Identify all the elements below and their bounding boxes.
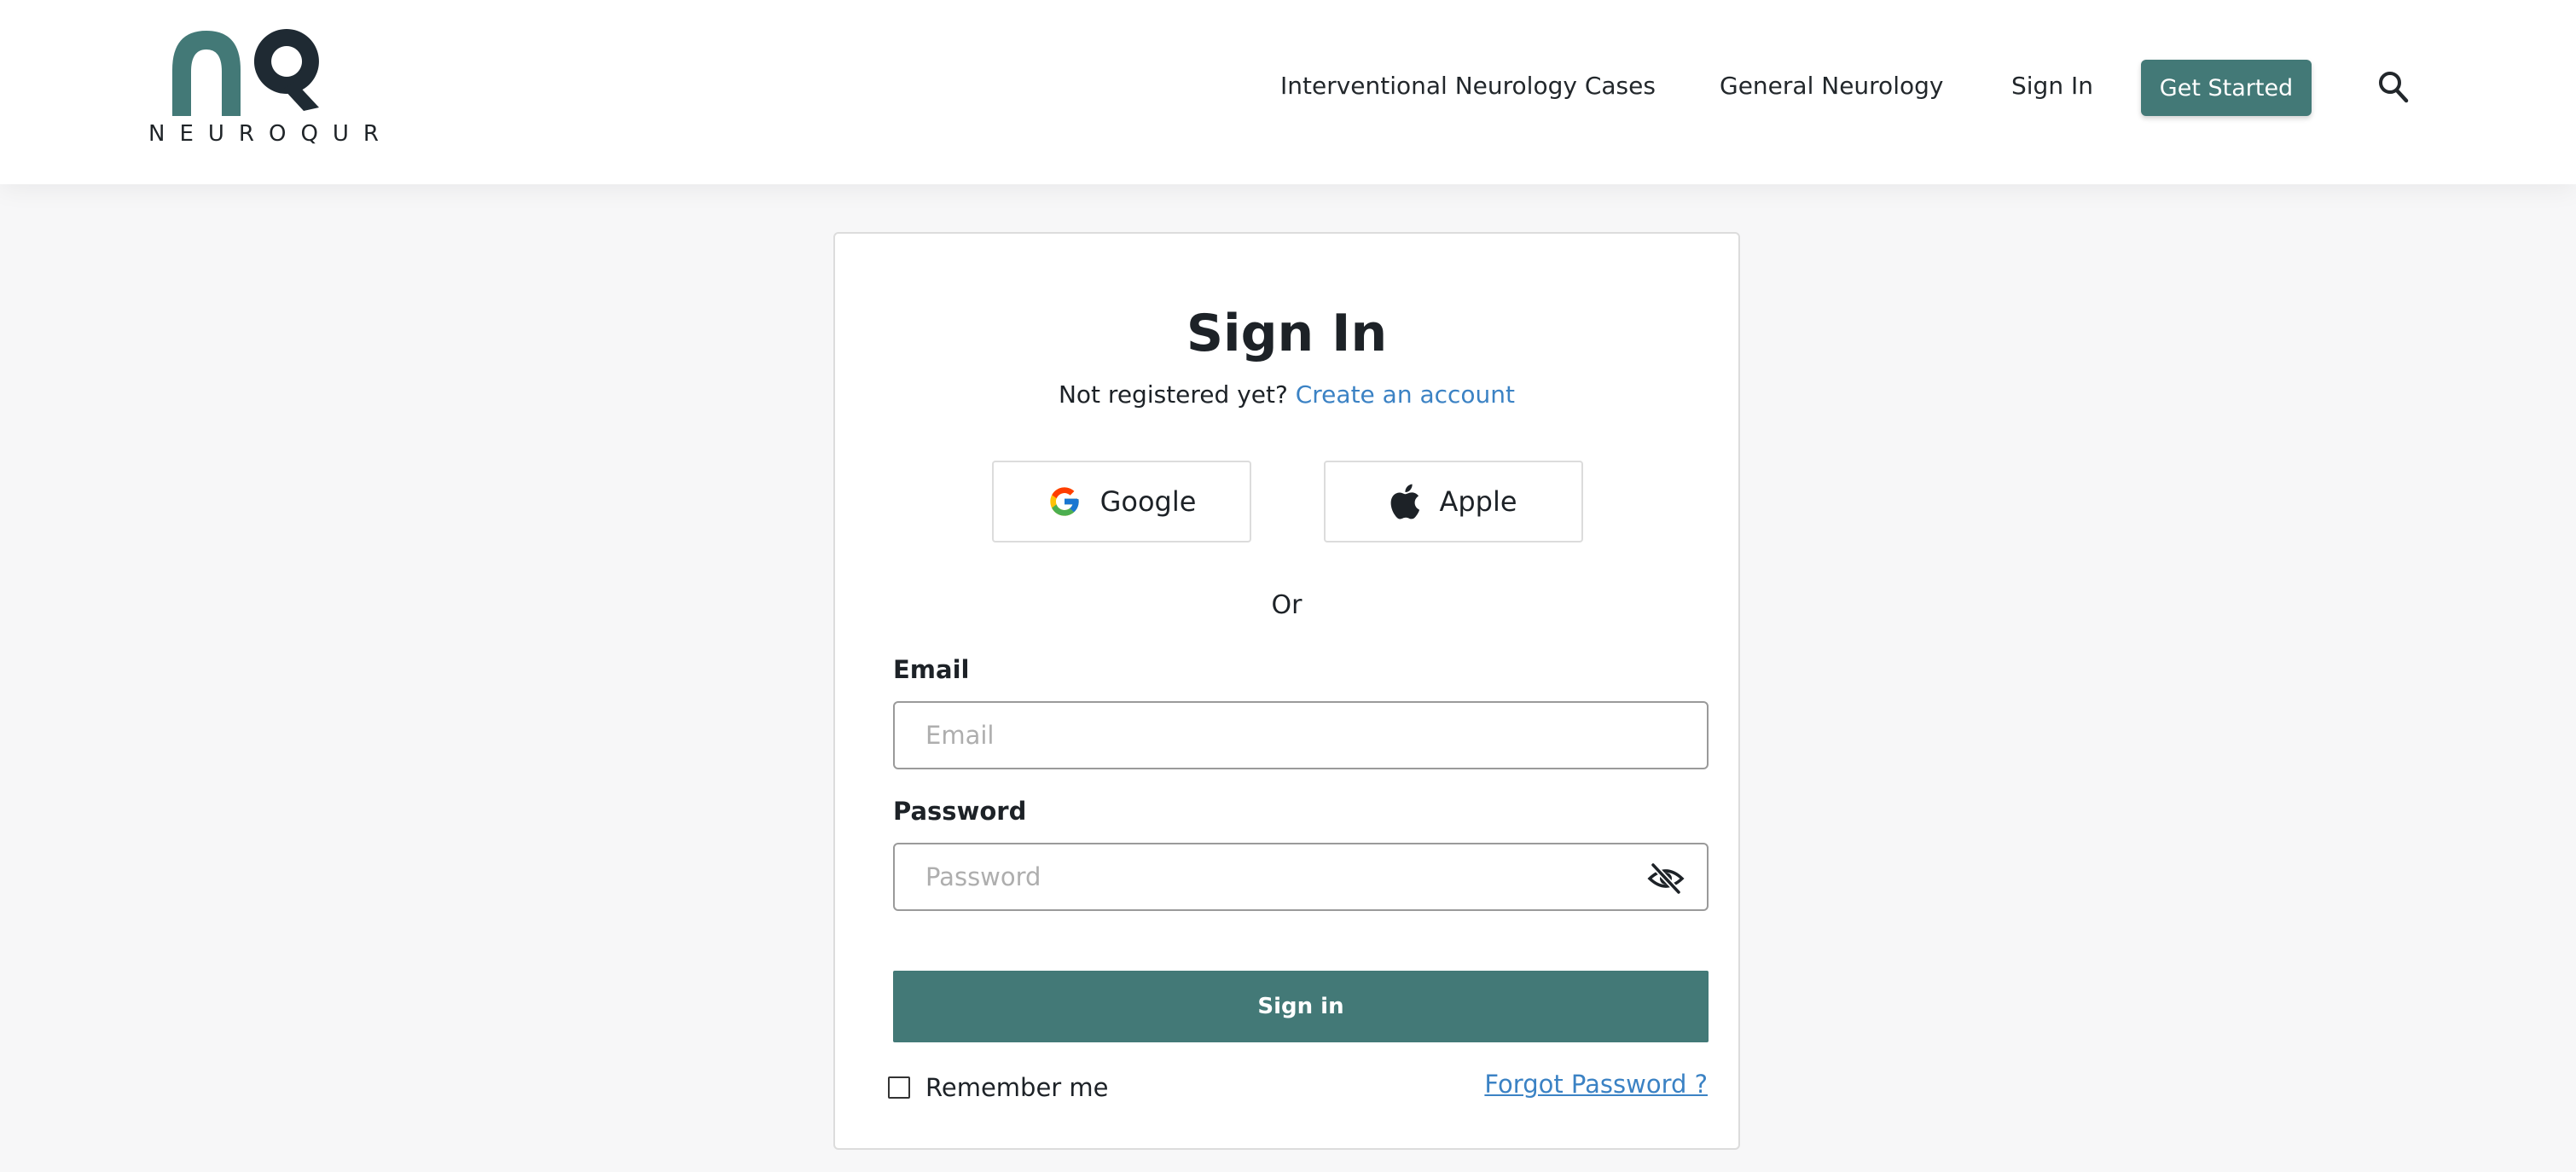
page-title: Sign In <box>1186 304 1388 363</box>
password-field-wrapper <box>893 843 1709 911</box>
search-icon <box>2379 71 2409 102</box>
apple-button-label: Apple <box>1439 485 1517 518</box>
apple-signin-button[interactable]: Apple <box>1324 461 1583 542</box>
email-input[interactable] <box>895 703 1707 768</box>
search-button[interactable] <box>2376 70 2411 106</box>
google-icon <box>1049 487 1079 516</box>
eye-off-icon <box>1647 862 1685 895</box>
site-logo[interactable]: NEUROQUR <box>143 26 393 154</box>
google-signin-button[interactable]: Google <box>992 461 1251 542</box>
get-started-button[interactable]: Get Started <box>2141 60 2312 116</box>
register-prompt: Not registered yet? Create an account <box>835 380 1738 409</box>
remember-me-option[interactable]: Remember me <box>888 1073 1109 1102</box>
signin-card: Sign In Not registered yet? Create an ac… <box>833 232 1740 1150</box>
or-divider: Or <box>1271 590 1303 620</box>
nav-sign-in[interactable]: Sign In <box>2011 72 2093 100</box>
remember-me-checkbox[interactable] <box>888 1076 910 1099</box>
password-input[interactable] <box>895 844 1707 909</box>
remember-me-label: Remember me <box>925 1073 1109 1102</box>
logo-mark-icon <box>172 29 319 116</box>
site-header: NEUROQUR Interventional Neurology Cases … <box>0 0 2576 184</box>
password-label: Password <box>893 797 1027 826</box>
toggle-password-visibility-button[interactable] <box>1647 862 1685 896</box>
logo-wordmark: NEUROQUR <box>148 121 393 147</box>
nav-interventional-neurology-cases[interactable]: Interventional Neurology Cases <box>1280 72 1656 100</box>
forgot-password-link[interactable]: Forgot Password ? <box>1484 1070 1708 1099</box>
google-button-label: Google <box>1099 485 1197 518</box>
nav-general-neurology[interactable]: General Neurology <box>1720 72 1943 100</box>
email-label: Email <box>893 655 970 684</box>
apple-icon <box>1391 484 1420 519</box>
sign-in-submit-button[interactable]: Sign in <box>893 971 1709 1042</box>
email-field-wrapper <box>893 701 1709 769</box>
create-account-link[interactable]: Create an account <box>1296 380 1515 409</box>
register-prompt-text: Not registered yet? <box>1058 380 1288 409</box>
